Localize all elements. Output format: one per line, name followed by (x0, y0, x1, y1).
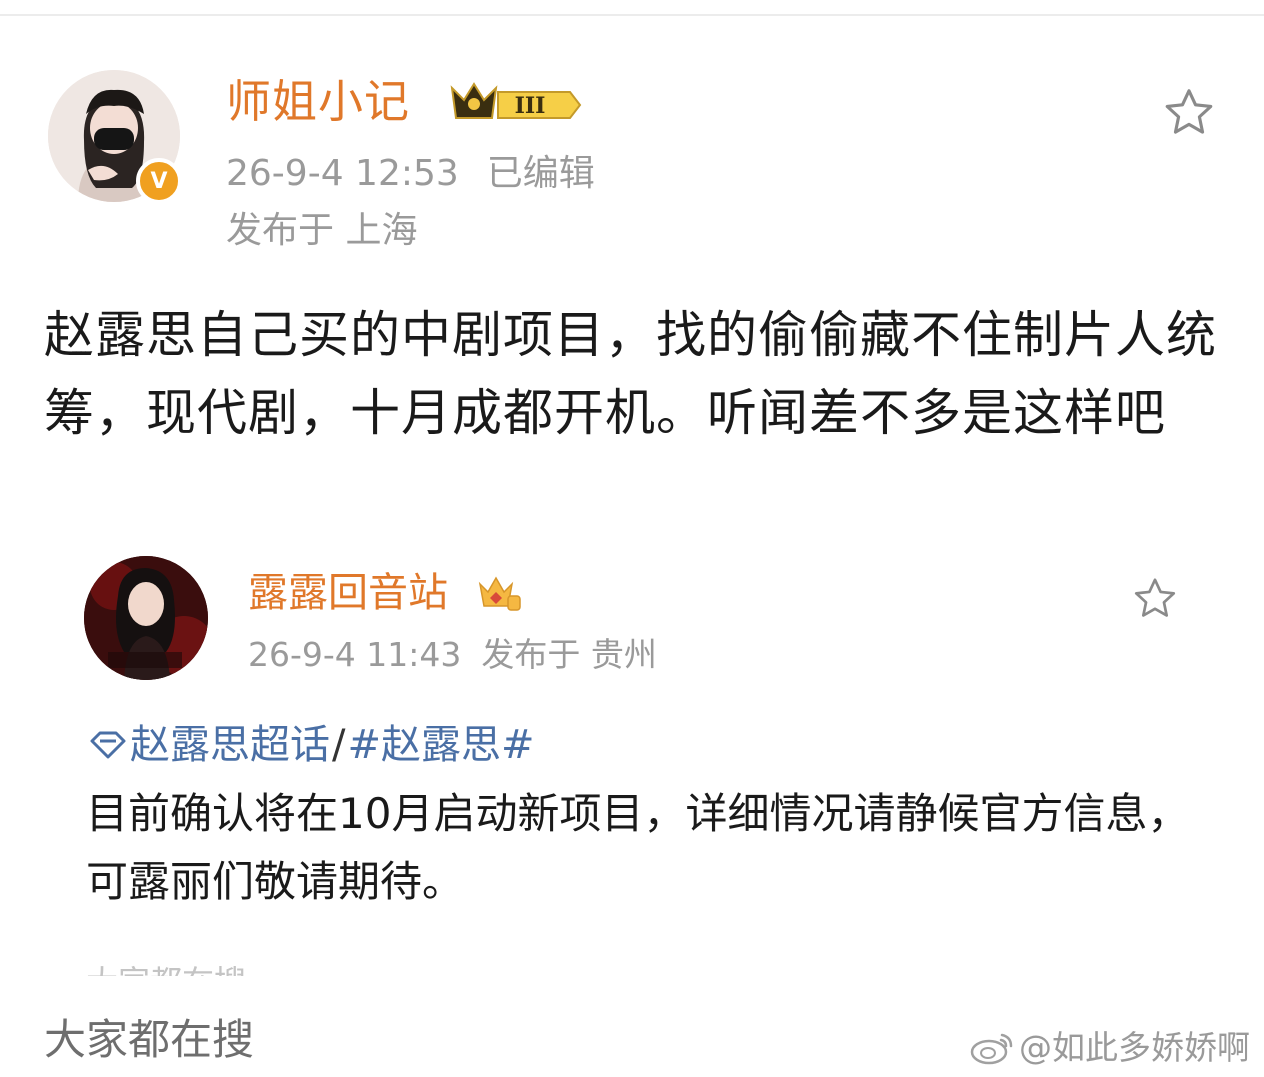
cut-off-text: 大家都在搜 (86, 962, 246, 976)
crown-icon[interactable]: III (446, 76, 586, 128)
quoted-location: 发布于 贵州 (481, 635, 657, 674)
timestamp-text: 26-9-4 12:53 (226, 153, 459, 194)
star-icon-quoted[interactable] (1130, 574, 1180, 624)
quoted-timestamp-text: 26-9-4 11:43 (248, 635, 462, 674)
edited-label[interactable]: 已编辑 (487, 153, 595, 194)
star-icon[interactable] (1160, 84, 1218, 142)
timestamp: 26-9-4 12:53 已编辑 (226, 150, 595, 198)
trending-search-title[interactable]: 大家都在搜 (44, 1012, 254, 1068)
quoted-username[interactable]: 露露回音站 (248, 566, 448, 620)
diamond-topic-icon (90, 731, 126, 759)
username[interactable]: 师姐小记 (226, 72, 410, 132)
quoted-content: 目前确认将在10月启动新项目，详细情况请静候官方信息，可露丽们敬请期待。 (86, 789, 1190, 906)
level-badge-text: III (515, 93, 546, 119)
quoted-avatar[interactable] (84, 556, 208, 680)
hashtag-link[interactable]: #赵露思# (347, 718, 534, 772)
crown-icon-small[interactable] (474, 570, 522, 614)
verified-icon: V (136, 158, 182, 204)
watermark: @如此多娇娇啊 (969, 1026, 1250, 1070)
post-content: 赵露思自己买的中剧项目，找的偷偷藏不住制片人统筹，现代剧，十月成都开机。听闻差不… (44, 306, 1217, 442)
quoted-timestamp: 26-9-4 11:43 发布于 贵州 (248, 632, 657, 678)
watermark-text: @如此多娇娇啊 (1019, 1028, 1250, 1067)
topic-separator: / (332, 722, 346, 768)
topic-link[interactable]: 赵露思超话 (130, 718, 330, 772)
location: 发布于 上海 (226, 210, 418, 251)
top-divider (0, 14, 1264, 16)
topic-line: 赵露思超话 / #赵露思# (88, 718, 535, 772)
weibo-logo-icon (970, 1033, 1013, 1065)
